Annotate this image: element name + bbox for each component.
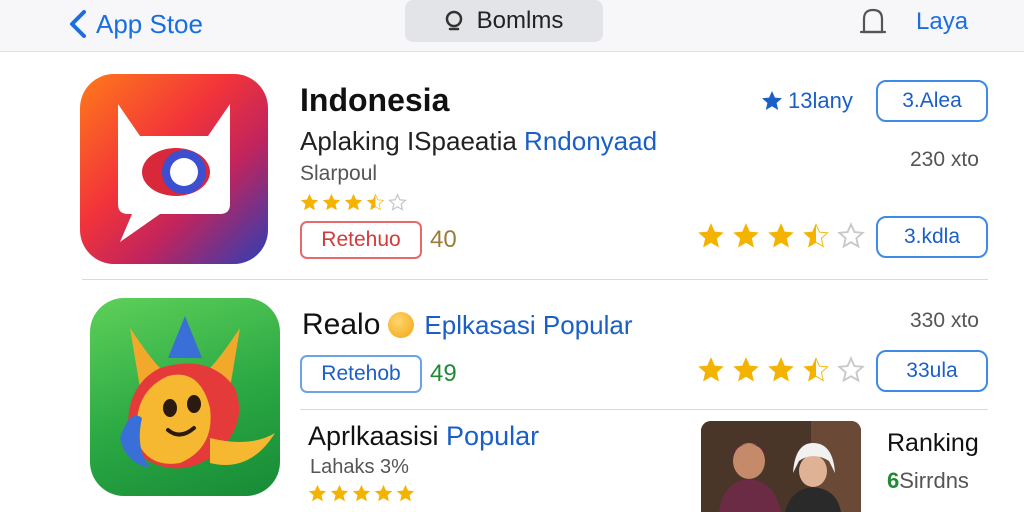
star-icon (396, 484, 415, 502)
bell-icon[interactable] (858, 6, 888, 38)
chat-bubble-icon (118, 104, 230, 242)
mascot-icon (120, 316, 275, 469)
app-subtitle: Aplaking ISpaeatia Rndonyaad (300, 126, 657, 157)
star-rating-small (300, 193, 407, 212)
thumbnail-image[interactable] (701, 421, 861, 512)
back-button[interactable]: App Stoe (66, 6, 203, 42)
app-title-3[interactable]: Aprlkaasisi Popular (308, 421, 539, 452)
subtitle-accent: Rndonyaad (524, 126, 658, 156)
category-tag[interactable]: Retehuo (300, 221, 422, 259)
star-icon (374, 484, 393, 502)
action-button-2[interactable]: 33ula (876, 350, 988, 392)
ranking-sub: 6Sirrdns (887, 468, 969, 494)
subtitle-main: Aplaking ISpaeatia (300, 126, 525, 156)
app-icon-indonesia[interactable] (80, 74, 268, 264)
app-subtitle-3: Lahaks 3% (310, 456, 409, 478)
app-title[interactable]: Indonesia (300, 82, 449, 119)
star-icon (768, 357, 794, 382)
ranking-badge: 6 (887, 468, 900, 493)
app-icon-realo[interactable] (90, 298, 280, 496)
app-title-2[interactable]: Realo Eplkasasi Popular (302, 308, 633, 342)
app-title-3-accent: Popular (446, 421, 540, 451)
tag-number: 40 (430, 226, 457, 253)
app-title-3-main: Aprlkaasisi (308, 421, 447, 451)
star-icon (803, 223, 829, 248)
star-icon (300, 193, 319, 211)
star-icon (803, 357, 829, 382)
ranking-sub-label: Sirrdns (899, 468, 969, 493)
divider-2 (300, 409, 988, 410)
search-label: Bomlms (476, 7, 564, 34)
star-icon (698, 357, 724, 382)
app-subtitle-2: Eplkasasi Popular (424, 309, 633, 340)
top-rating-label: 13lany (788, 88, 853, 113)
emoji-icon (388, 312, 415, 338)
nav-bar: App Stoe Bomlms Laya (0, 0, 1024, 52)
ranking-label: Ranking (887, 429, 979, 457)
star-icon (366, 193, 385, 211)
star-icon (837, 222, 865, 249)
app-title-2-label: Realo (302, 308, 381, 341)
star-icon (762, 91, 782, 110)
star-icon (352, 484, 371, 502)
search-button[interactable]: Bomlms (405, 0, 603, 42)
star-icon (733, 357, 759, 382)
developer-name: Slarpoul (300, 162, 378, 185)
star-icon (388, 193, 407, 211)
chevron-left-icon (70, 10, 86, 38)
star-icon (837, 356, 865, 383)
star-icon (322, 193, 341, 211)
star-rating-large-2 (697, 356, 865, 384)
star-icon (698, 223, 724, 248)
star-icon (344, 193, 363, 211)
star-icon (768, 223, 794, 248)
star-icon (733, 223, 759, 248)
divider (82, 279, 988, 280)
category-tag-2[interactable]: Retehob (300, 355, 422, 393)
star-rating-large (697, 222, 865, 250)
tag-number-2: 49 (430, 360, 457, 387)
get-button[interactable]: 3.Alea (876, 80, 988, 122)
photo-thumbnail (701, 421, 861, 512)
app-size: 230 xto (910, 148, 979, 171)
app-size-2: 330 xto (910, 309, 979, 332)
search-icon (445, 10, 462, 31)
star-icon (308, 484, 327, 502)
back-label: App Stoe (96, 8, 203, 39)
nav-right-button[interactable]: Laya (916, 8, 968, 36)
star-rating-small-3 (308, 484, 415, 503)
star-icon (330, 484, 349, 502)
action-button[interactable]: 3.kdla (876, 216, 988, 258)
top-rating: 13lany (760, 88, 853, 114)
